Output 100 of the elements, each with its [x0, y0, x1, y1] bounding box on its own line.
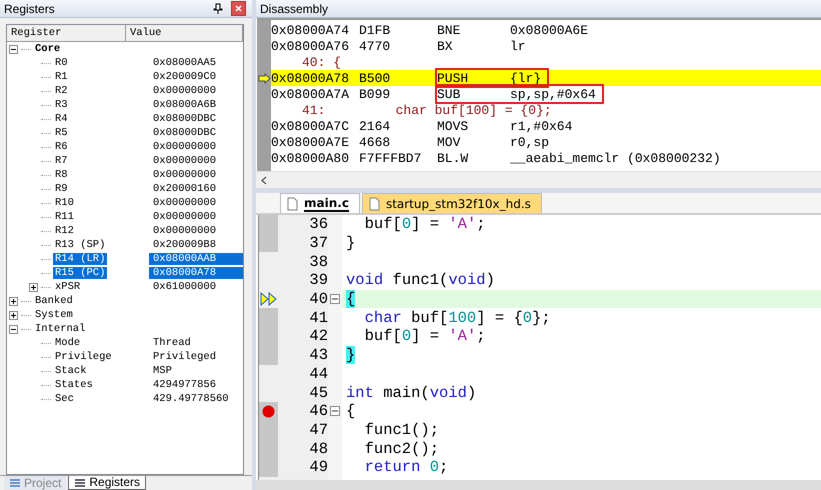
file-icon [368, 196, 380, 210]
register-name[interactable]: R0 [53, 57, 70, 69]
register-name[interactable]: R3 [53, 99, 70, 111]
line-number: 41 [309, 308, 328, 327]
register-name[interactable]: Stack [53, 365, 89, 377]
register-value: MSP [153, 365, 172, 377]
code-line: { [346, 402, 356, 420]
register-name[interactable]: Internal [33, 323, 88, 335]
line-number: 48 [309, 440, 328, 458]
instruction-address: 0x08000A80 [271, 150, 350, 166]
register-name[interactable]: R6 [53, 141, 70, 153]
collapse-icon[interactable] [330, 406, 340, 416]
panel-tab[interactable]: Registers [68, 476, 146, 490]
instruction-operands: {lr} [510, 70, 542, 86]
instruction-operands: 0x08000A6E [510, 22, 588, 38]
instruction-operands: sp,sp,#0x64 [510, 86, 596, 102]
line-number: 40 [309, 290, 328, 308]
code-line: func1(); [364, 420, 440, 439]
register-name[interactable]: Core [33, 43, 62, 55]
column-header[interactable]: Register [7, 25, 126, 41]
column-header[interactable]: Value [126, 25, 243, 41]
list-icon [74, 478, 86, 488]
register-value: 0x00000000 [153, 225, 216, 237]
code-line: func2(); [364, 440, 440, 458]
register-name[interactable]: Banked [33, 295, 75, 307]
code-line: return 0; [364, 458, 448, 476]
breakpoint-icon[interactable] [262, 404, 275, 418]
register-name[interactable]: R7 [53, 155, 70, 167]
register-value: 4294977856 [153, 379, 216, 391]
line-number: 38 [309, 252, 328, 271]
instruction-mnemonic: MOV [437, 134, 462, 150]
instruction-opcode: 2164 [359, 118, 392, 134]
instruction-mnemonic: BX [437, 38, 454, 54]
register-value: 429.49778560 [153, 393, 229, 405]
expand-icon[interactable] [29, 282, 38, 292]
line-number: 47 [309, 420, 328, 439]
file-icon [287, 196, 298, 210]
register-name[interactable]: R1 [53, 71, 70, 83]
register-name[interactable]: R10 [53, 197, 76, 209]
register-name[interactable]: R5 [53, 127, 70, 139]
panel-title: Registers [4, 2, 56, 16]
file-tab[interactable]: main.c [280, 193, 360, 213]
register-name[interactable]: Sec [53, 393, 76, 405]
code-line: buf[0] = 'A'; [364, 327, 486, 346]
collapse-icon[interactable] [9, 324, 18, 334]
register-value: 0x08000DBC [153, 113, 216, 125]
line-number: 44 [309, 364, 328, 383]
register-value: 0x00000000 [153, 141, 216, 153]
code-line: char buf[100] = {0}; [364, 308, 551, 327]
register-name[interactable]: R11 [53, 211, 76, 223]
line-number: 37 [309, 234, 328, 252]
collapse-icon[interactable] [330, 294, 340, 304]
instruction-address: 0x08000A78 [271, 70, 350, 86]
register-value: 0x00000000 [153, 211, 216, 223]
register-name[interactable]: R2 [53, 85, 70, 97]
instruction-opcode: F7FFFBD7 [359, 150, 422, 166]
instruction-operands: r1,#0x64 [510, 118, 572, 134]
register-name[interactable]: R13 (SP) [53, 239, 108, 251]
close-icon[interactable] [231, 1, 246, 16]
expand-icon[interactable] [9, 310, 18, 320]
collapse-icon[interactable] [9, 44, 18, 54]
register-value: 0x00000000 [153, 85, 216, 97]
instruction-address: 0x08000A7C [271, 118, 350, 134]
instruction-opcode: 4770 [359, 38, 392, 54]
register-name[interactable]: R9 [53, 183, 70, 195]
instruction-operands: r0,sp [510, 134, 550, 150]
register-name[interactable]: R4 [53, 113, 70, 125]
register-name[interactable]: R12 [53, 225, 76, 237]
register-name[interactable]: xPSR [53, 281, 82, 293]
register-value: 0x20000160 [153, 183, 216, 195]
register-value: 0x00000000 [153, 197, 216, 209]
register-value: Thread [153, 337, 191, 349]
expand-icon[interactable] [9, 296, 18, 306]
current-line-icon [260, 292, 278, 306]
register-name[interactable]: Privilege [53, 351, 114, 363]
register-value: Privileged [153, 351, 216, 363]
register-name[interactable]: States [53, 379, 95, 391]
code-line: int main(void) [346, 384, 476, 402]
instruction-operands: lr [510, 38, 526, 54]
instruction-opcode: D1FB [359, 22, 392, 38]
register-name[interactable]: R15 (PC) [53, 267, 108, 279]
instruction-mnemonic: BNE [437, 22, 462, 38]
instruction-address: 0x08000A7E [271, 134, 350, 150]
line-number: 39 [309, 271, 328, 290]
horizontal-scrollbar[interactable] [256, 171, 821, 188]
scroll-left-icon[interactable] [260, 176, 268, 184]
instruction-mnemonic: PUSH [437, 70, 470, 86]
register-name[interactable]: System [33, 309, 75, 321]
code-line: } [346, 234, 356, 252]
horizontal-scrollbar[interactable] [256, 480, 821, 490]
file-tab[interactable]: startup_stm32f10x_hd.s [362, 193, 542, 213]
line-number: 36 [309, 215, 328, 234]
register-name[interactable]: Mode [53, 337, 82, 349]
register-name[interactable]: R14 (LR) [53, 253, 108, 265]
register-value: 0x08000A78 [153, 267, 216, 279]
register-name[interactable]: R8 [53, 169, 70, 181]
line-number: 45 [309, 384, 328, 402]
register-value: 0x08000AA5 [153, 57, 216, 69]
pin-icon[interactable] [213, 3, 223, 14]
instruction-mnemonic: SUB [437, 86, 462, 102]
